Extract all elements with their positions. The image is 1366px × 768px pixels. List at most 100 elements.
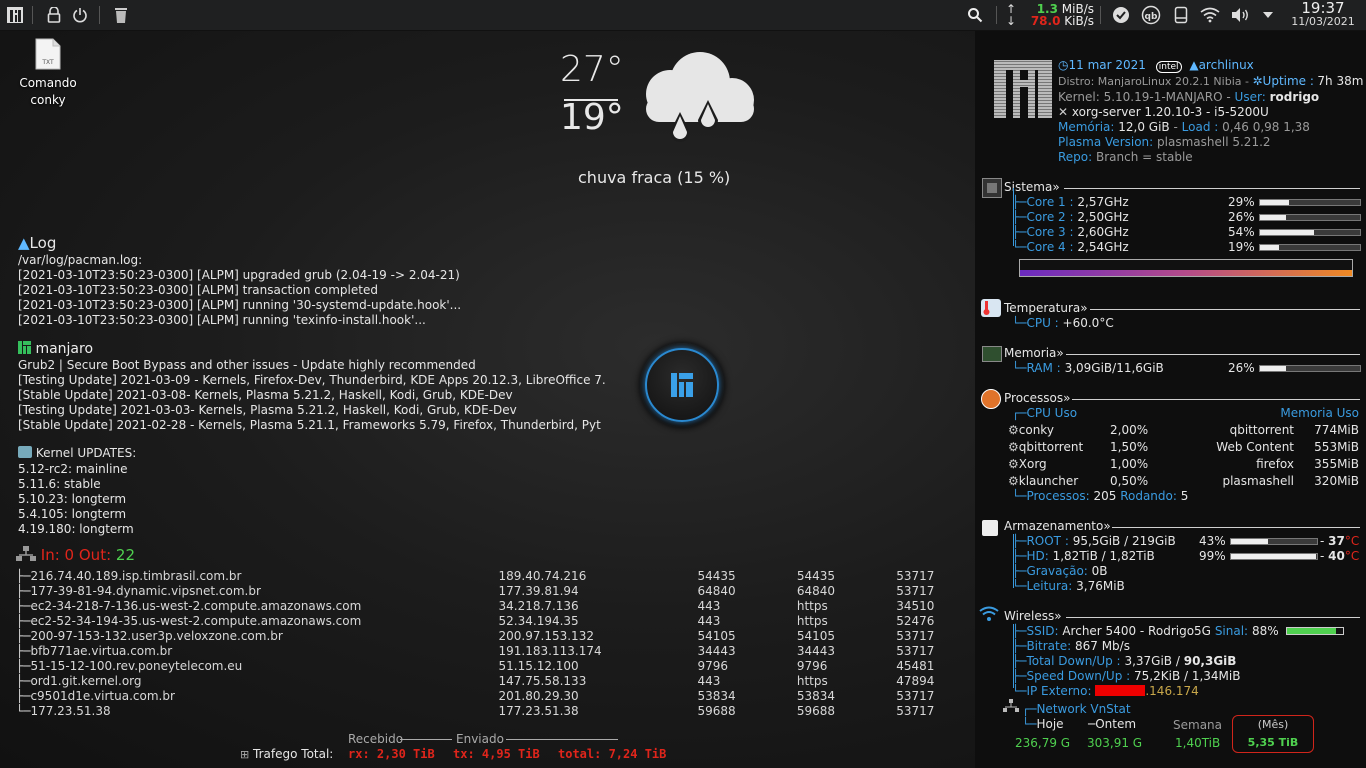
logo-gap [1020,87,1028,118]
cpu-core-row: ├─Core 2 : 2,50GHz [1012,210,1129,224]
table-row: ├─bfb771ae.virtua.com.br 191.183.113.174 3… [16,643,956,658]
desktop-file-comando-conky[interactable]: TXT Comando conky [12,38,84,109]
ram-percent: 26% [1228,361,1255,375]
write-value: 0B [1091,564,1108,578]
manjaro-menu-button[interactable] [4,4,26,26]
processos-title: Processos» [1004,391,1071,405]
traffic-sent-label: Enviado [456,732,504,746]
desktop-file-label: Comando conky [19,76,77,107]
root-temp-unit: °C [1344,534,1360,548]
trash-button[interactable] [110,4,132,26]
manjaro-news-title: manjaro [18,341,638,358]
search-icon [968,8,983,23]
vnstat-today-label: Hoje [1036,717,1064,731]
root-label: ROOT : [1026,534,1069,548]
ram-bar-fill [1260,366,1286,371]
log-title-text: Log [29,234,57,252]
speed-value: 75,2KiB / 1,34MiB [1134,669,1241,683]
cpu-history-fill [1020,270,1352,276]
load-value: 0,46 0,98 1,38 [1222,120,1310,134]
connection-service: 34443 [796,643,836,658]
load-label: Load : [1181,120,1219,134]
qbittorrent-tray-button[interactable]: qb [1140,4,1162,26]
text-file-icon: TXT [35,38,61,70]
connections-table: ├─216.74.40.189.isp.timbrasil.com.br 189.… [16,568,956,718]
rain-cloud-icon [646,52,754,142]
search-button[interactable] [964,4,986,26]
download-speed: 78.0 KiB/s [1031,14,1094,28]
connection-port: 64840 [697,583,736,598]
core-percent: 26% [1228,210,1255,224]
arrow-down-icon: ↓ [1006,14,1017,28]
connection-ip: 34.218.7.136 [498,598,579,613]
connection-port: 54105 [697,628,736,643]
memory-value: 12,0 GiB [1118,120,1170,134]
wifi-tray-button[interactable] [1199,4,1221,26]
process-mem-value: 553MiB [1314,440,1359,454]
sysinfo-distro-row: Distro: ManjaroLinux 20.2.1 Nibia - ✲Upt… [1058,74,1364,88]
network-speed-widget[interactable]: ↑ ↓ 1.3 MiB/s 78.0 KiB/s [1004,2,1094,28]
section-rule [1066,354,1360,355]
total-label: Total Down/Up : [1026,654,1121,668]
manjaro-news-line: Grub2 | Secure Boot Bypass and other iss… [18,358,476,372]
logo-gap [1006,70,1013,118]
ram-value: 3,09GiB/11,6GiB [1064,361,1164,375]
process-cpu-row: ⚙qbittorrent [1008,440,1083,454]
tray-expand-button[interactable] [1257,4,1279,26]
trash-icon [115,8,127,23]
root-temp: - 37°C [1320,534,1360,548]
table-row: ├─216.74.40.189.isp.timbrasil.com.br 189.… [16,568,956,583]
vnstat-month-label: (Mês) [1257,718,1289,731]
core-freq: 2,50GHz [1077,210,1129,224]
table-row: ├─177-39-81-94.dynamic.vipsnet.com.br 177… [16,583,956,598]
connection-local-port: 45481 [896,658,935,673]
read-row: └─Leitura: 3,76MiB [1012,579,1125,593]
connection-service: https [796,613,828,628]
panel-separator [32,6,33,24]
clock-time: 19:37 [1301,0,1345,17]
kernel-line: 5.12-rc2: mainline [18,462,128,476]
power-button[interactable] [69,4,91,26]
panel-separator [1100,6,1101,24]
process-mem-value: 320MiB [1314,474,1359,488]
ssid-value: Archer 5400 - Rodrigo5G [1062,624,1211,638]
cpu-core-row: └─Core 4 : 2,54GHz [1012,240,1129,254]
core-percent: 54% [1228,225,1255,239]
gear-icon: ⚙ [1008,457,1019,471]
power-icon [73,8,87,23]
root-bar [1230,538,1318,545]
connection-service: 53834 [796,688,836,703]
memoria-title: Memoria» [1004,346,1064,360]
connection-ip: 191.183.113.174 [498,643,602,658]
top-panel: ↑ ↓ 1.3 MiB/s 78.0 KiB/s qb 19:37 11/03/… [0,0,1366,31]
memory-label: Memória: [1058,120,1115,134]
lock-button[interactable] [43,4,65,26]
volume-tray-button[interactable] [1229,4,1251,26]
connection-ip: 51.15.12.100 [498,658,579,673]
process-mem-value: 355MiB [1314,457,1359,471]
updates-tray-button[interactable] [1110,4,1132,26]
process-mem-name: firefox [1256,457,1294,471]
process-mem-name: Web Content [1216,440,1294,454]
read-value: 3,76MiB [1076,579,1125,593]
connection-host: ├─177-39-81-94.dynamic.vipsnet.com.br [16,583,261,598]
storage-tray-button[interactable] [1170,4,1192,26]
kernel-updates-section: Kernel UPDATES: 5.12-rc2: mainline 5.11.… [18,446,318,537]
bitrate-value: 867 Mb/s [1074,639,1130,653]
running-count: 5 [1180,489,1189,503]
lock-icon [47,7,61,23]
disk-icon [982,520,998,536]
log-section: ▲Log /var/log/pacman.log: [2021-03-10T23… [18,234,638,328]
connections-table-body: ├─216.74.40.189.isp.timbrasil.com.br 189.… [16,568,956,718]
cpu-chip-icon [982,178,1002,198]
connection-service: 54435 [796,568,836,583]
connection-service: 9796 [796,658,828,673]
clock[interactable]: 19:37 11/03/2021 [1284,0,1362,28]
process-name: conky [1018,423,1054,437]
kernel-label: Kernel: [1058,90,1100,104]
xorg-value: xorg-server 1.20.10-3 - i5-5200U [1071,105,1269,119]
clock-date: 11/03/2021 [1291,15,1355,28]
repo-value: Branch = stable [1096,150,1193,164]
uptime-value: 7h 38m [1317,74,1364,88]
traffic-total-row: ⊞ Trafego Total: [240,747,333,761]
